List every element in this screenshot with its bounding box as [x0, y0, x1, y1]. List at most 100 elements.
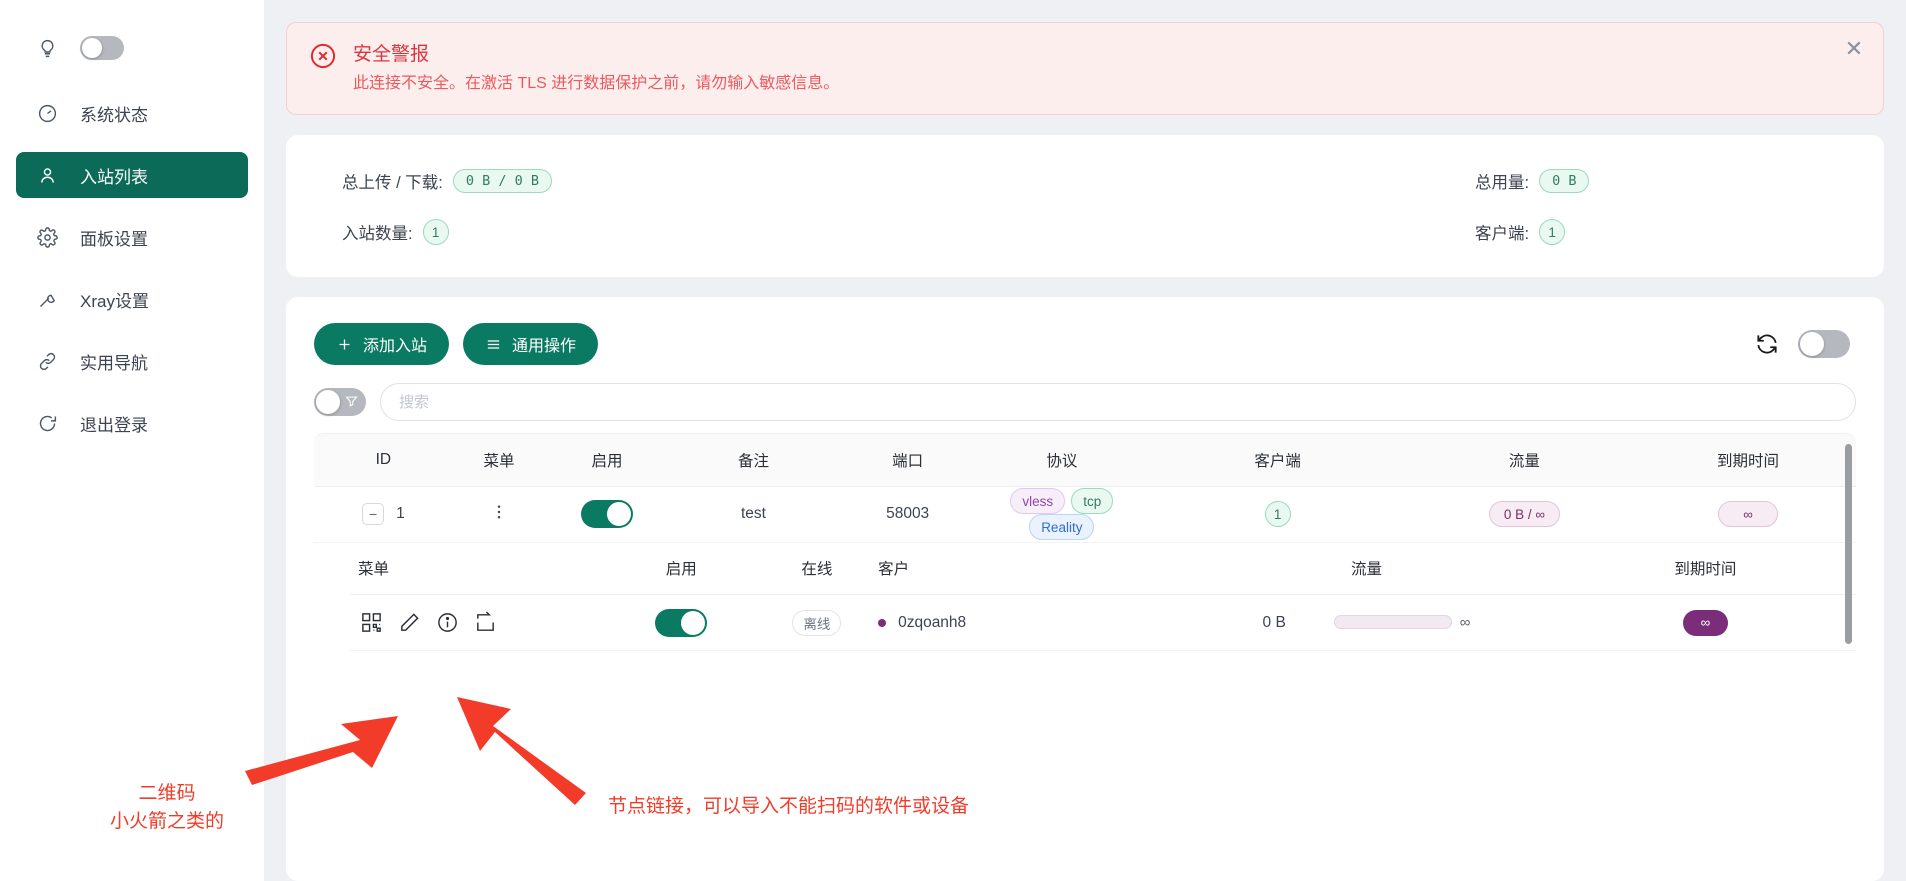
sub-th-online[interactable]: 在线: [756, 542, 878, 595]
inbound-table: ID 菜单 启用 备注 端口 协议 客户端 流量 到期时间 − 1 test 5…: [314, 434, 1856, 543]
sidebar-nav: 系统状态 入站列表 面板设置 Xray设置 实用导航 退出登录: [0, 90, 264, 446]
online-status-badge: 离线: [792, 609, 842, 636]
error-circle-icon: [309, 42, 337, 70]
sidebar: 系统状态 入站列表 面板设置 Xray设置 实用导航 退出登录: [0, 0, 264, 881]
wrench-icon: [36, 288, 58, 310]
client-count-badge: 1: [1264, 501, 1291, 527]
sidebar-item-label: 系统状态: [80, 105, 148, 125]
collapse-row-button[interactable]: −: [362, 503, 385, 525]
general-actions-button[interactable]: 通用操作: [463, 323, 599, 365]
app-root: 系统状态 入站列表 面板设置 Xray设置 实用导航 退出登录 安全警报 此连接…: [0, 0, 1906, 881]
client-action-icons: [351, 611, 605, 635]
kebab-icon[interactable]: [490, 505, 508, 525]
th-traffic[interactable]: 流量: [1408, 434, 1641, 487]
theme-switch[interactable]: [80, 36, 124, 60]
sub-cell-expiry: ∞: [1554, 594, 1856, 651]
sidebar-item-label: 实用导航: [80, 353, 148, 373]
cell-protocol: vless tcpReality: [977, 486, 1147, 543]
table-scrollbar[interactable]: [1845, 444, 1852, 644]
sidebar-item-panel-settings[interactable]: 面板设置: [16, 214, 248, 260]
sub-cell-enable: [606, 594, 757, 651]
stat-total-upload-download: 总上传 / 下载: 0 B / 0 B: [342, 169, 1085, 193]
share-link-icon[interactable]: [473, 611, 497, 635]
alert-description: 此连接不安全。在激活 TLS 进行数据保护之前，请勿输入敏感信息。: [353, 75, 840, 92]
toolbar-buttons: 添加入站 通用操作: [314, 323, 599, 365]
th-id[interactable]: ID: [314, 434, 453, 487]
sub-cell-traffic: 0 B ∞: [1178, 594, 1555, 651]
inbound-table-wrapper: ID 菜单 启用 备注 端口 协议 客户端 流量 到期时间 − 1 test 5…: [314, 433, 1856, 881]
stats-card: 总上传 / 下载: 0 B / 0 B 总用量: 0 B 入站数量: 1 客户端…: [286, 135, 1884, 277]
sub-th-enable[interactable]: 启用: [606, 542, 757, 595]
logout-icon: [36, 412, 58, 434]
qrcode-icon[interactable]: [359, 611, 383, 635]
sidebar-item-label: 退出登录: [80, 415, 148, 435]
general-actions-label: 通用操作: [512, 338, 577, 355]
link-icon: [36, 350, 58, 372]
cell-enable: [545, 486, 669, 543]
th-clients[interactable]: 客户端: [1146, 434, 1409, 487]
auto-refresh-switch[interactable]: [1798, 330, 1850, 358]
search-row: [286, 373, 1884, 433]
security-alert: 安全警报 此连接不安全。在激活 TLS 进行数据保护之前，请勿输入敏感信息。 ✕: [286, 22, 1884, 115]
close-icon[interactable]: ✕: [1843, 38, 1865, 61]
subtable-body: 离线 0zqoanh8 0 B ∞ ∞: [350, 594, 1856, 651]
search-input[interactable]: [380, 383, 1856, 421]
protocol-tag: vless: [1010, 488, 1066, 514]
cell-port: 58003: [838, 486, 978, 543]
sidebar-item-logout[interactable]: 退出登录: [16, 400, 248, 446]
sidebar-item-inbound-list[interactable]: 入站列表: [16, 152, 248, 198]
stat-label: 客户端:: [1475, 225, 1530, 243]
sub-th-menu[interactable]: 菜单: [350, 542, 607, 595]
client-name: 0zqoanh8: [898, 613, 967, 631]
sub-th-traffic[interactable]: 流量: [1178, 542, 1555, 595]
bulb-icon: [36, 37, 58, 59]
sub-th-client[interactable]: 客户: [877, 542, 1179, 595]
add-inbound-label: 添加入站: [363, 338, 428, 355]
user-icon: [36, 164, 58, 186]
cell-menu: [452, 486, 546, 543]
sidebar-item-useful-nav[interactable]: 实用导航: [16, 338, 248, 384]
traffic-used: 0 B: [1262, 613, 1286, 631]
client-subtable-wrapper: 菜单 启用 在线 客户 流量 到期时间 离线 0zqoanh8 0 B ∞ ∞: [314, 542, 1856, 651]
traffic-badge: 0 B / ∞: [1488, 501, 1560, 527]
th-protocol[interactable]: 协议: [977, 434, 1147, 487]
stat-total-usage: 总用量: 0 B: [1085, 169, 1828, 193]
client-subtable: 菜单 启用 在线 客户 流量 到期时间 离线 0zqoanh8 0 B ∞ ∞: [350, 542, 1856, 651]
sub-cell-online: 离线: [756, 594, 878, 651]
stat-client-count: 客户端: 1: [1085, 219, 1828, 245]
status-dot-icon: [878, 618, 887, 627]
edit-icon[interactable]: [397, 611, 421, 635]
th-remark[interactable]: 备注: [668, 434, 839, 487]
row-id: 1: [396, 505, 405, 523]
stat-value-badge: 0 B: [1539, 169, 1590, 193]
stat-value-badge: 1: [1539, 219, 1566, 245]
th-port[interactable]: 端口: [838, 434, 978, 487]
sidebar-item-system-status[interactable]: 系统状态: [16, 90, 248, 136]
sidebar-item-xray-settings[interactable]: Xray设置: [16, 276, 248, 322]
main-content: 安全警报 此连接不安全。在激活 TLS 进行数据保护之前，请勿输入敏感信息。 ✕…: [264, 0, 1906, 881]
client-enable-switch[interactable]: [655, 608, 708, 637]
filter-toggle[interactable]: [314, 388, 366, 416]
add-inbound-button[interactable]: 添加入站: [314, 323, 450, 365]
client-row: 离线 0zqoanh8 0 B ∞ ∞: [350, 594, 1856, 651]
sub-cell-actions: [350, 594, 607, 651]
sidebar-item-label: 入站列表: [80, 167, 148, 187]
cell-traffic: 0 B / ∞: [1408, 486, 1641, 543]
menu-icon: [485, 336, 502, 353]
refresh-icon[interactable]: [1754, 331, 1780, 357]
enable-switch[interactable]: [580, 500, 633, 528]
info-icon[interactable]: [435, 611, 459, 635]
plus-icon: [336, 336, 353, 353]
stat-label: 入站数量:: [342, 225, 413, 243]
traffic-limit: ∞: [1459, 613, 1471, 631]
th-menu[interactable]: 菜单: [452, 434, 546, 487]
cell-expiry: ∞: [1640, 486, 1856, 543]
stat-inbound-count: 入站数量: 1: [342, 219, 1085, 245]
cell-id: −1: [314, 486, 453, 543]
th-enable[interactable]: 启用: [545, 434, 669, 487]
subtable-header-row: 菜单 启用 在线 客户 流量 到期时间: [350, 542, 1856, 595]
table-header-row: ID 菜单 启用 备注 端口 协议 客户端 流量 到期时间: [314, 434, 1856, 487]
th-expiry[interactable]: 到期时间: [1640, 434, 1856, 487]
alert-title: 安全警报: [353, 44, 430, 65]
sub-th-expiry[interactable]: 到期时间: [1554, 542, 1856, 595]
